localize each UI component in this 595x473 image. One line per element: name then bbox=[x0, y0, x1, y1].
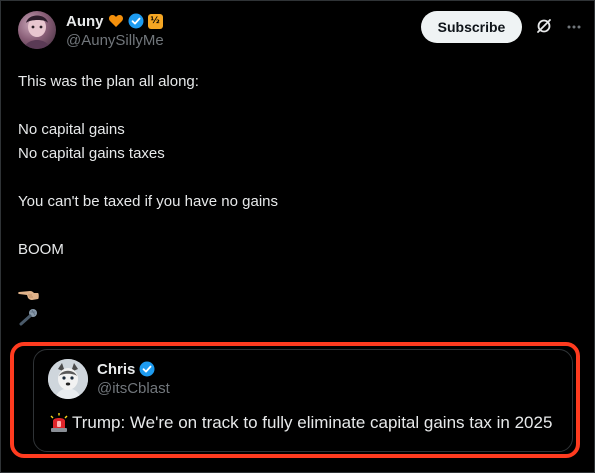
verified-badge-icon[interactable] bbox=[128, 13, 144, 29]
post-text-line: You can't be taxed if you have no gains bbox=[18, 193, 279, 210]
affiliate-badge-icon[interactable]: ½ bbox=[147, 13, 163, 29]
post-text-line bbox=[18, 214, 578, 238]
author-avatar[interactable] bbox=[18, 11, 56, 49]
quoted-author-avatar[interactable] bbox=[48, 359, 88, 399]
verified-badge-icon[interactable] bbox=[139, 361, 155, 377]
author-name-row: Auny ½ bbox=[66, 12, 163, 30]
post-text-line bbox=[18, 94, 578, 118]
post-text-line: No capital gains taxes bbox=[18, 145, 165, 162]
quoted-author-name-row: Chris bbox=[97, 360, 155, 378]
hand-pointing-left-icon bbox=[18, 287, 40, 308]
more-icon[interactable] bbox=[566, 19, 582, 35]
post-text-line: No capital gains bbox=[18, 121, 125, 138]
quoted-post-text: Trump: We're on track to fully eliminate… bbox=[72, 413, 553, 432]
subscribe-button[interactable]: Subscribe bbox=[421, 11, 522, 43]
quoted-author-handle[interactable]: @itsCblast bbox=[97, 380, 170, 397]
post-text-line bbox=[18, 166, 578, 190]
post-emojis bbox=[18, 286, 48, 330]
police-siren-icon bbox=[48, 412, 70, 434]
quoted-post-text-row: Trump: We're on track to fully eliminate… bbox=[48, 412, 552, 434]
post-text: This was the plan all along: No capital … bbox=[18, 70, 578, 262]
microphone-icon bbox=[18, 308, 40, 331]
orange-heart-icon bbox=[108, 13, 124, 29]
grok-icon[interactable] bbox=[535, 17, 553, 35]
post-text-line: BOOM bbox=[18, 241, 64, 258]
author-handle[interactable]: @AunySillyMe bbox=[66, 32, 164, 49]
quoted-author-name[interactable]: Chris bbox=[97, 361, 135, 378]
post-text-line: This was the plan all along: bbox=[18, 73, 199, 90]
author-name[interactable]: Auny bbox=[66, 13, 104, 30]
